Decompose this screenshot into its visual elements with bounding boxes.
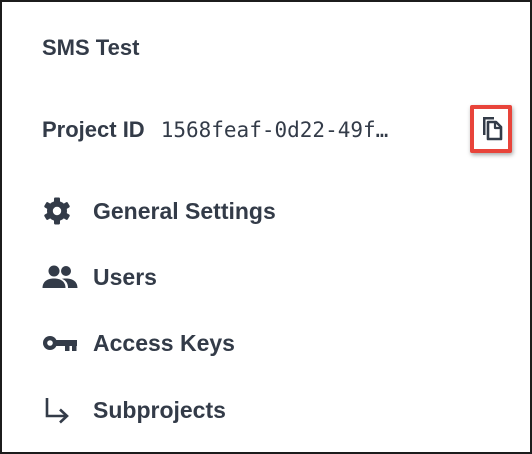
- menu-item-users[interactable]: Users: [42, 259, 157, 295]
- copy-icon: [479, 113, 503, 146]
- project-name: SMS Test: [42, 35, 140, 60]
- menu-item-subprojects[interactable]: Subprojects: [42, 392, 226, 428]
- project-settings-panel: SMS Test Project ID 1568feaf-0d22-49f… G…: [0, 0, 532, 454]
- menu-item-label: Access Keys: [93, 329, 235, 356]
- subdirectory-arrow-icon: [42, 392, 78, 428]
- menu-item-label: Users: [93, 263, 157, 290]
- menu-item-label: Subprojects: [93, 396, 226, 423]
- project-id-label: Project ID: [42, 117, 145, 142]
- menu-item-access-keys[interactable]: Access Keys: [42, 325, 235, 361]
- users-icon: [42, 259, 78, 295]
- menu-item-general-settings[interactable]: General Settings: [42, 193, 276, 229]
- menu-item-label: General Settings: [93, 197, 276, 224]
- gear-icon: [42, 193, 78, 229]
- key-icon: [42, 325, 78, 361]
- project-id-row: Project ID 1568feaf-0d22-49f…: [42, 114, 437, 146]
- copy-project-id-button[interactable]: [470, 105, 512, 153]
- project-id-value[interactable]: 1568feaf-0d22-49f…: [161, 118, 437, 142]
